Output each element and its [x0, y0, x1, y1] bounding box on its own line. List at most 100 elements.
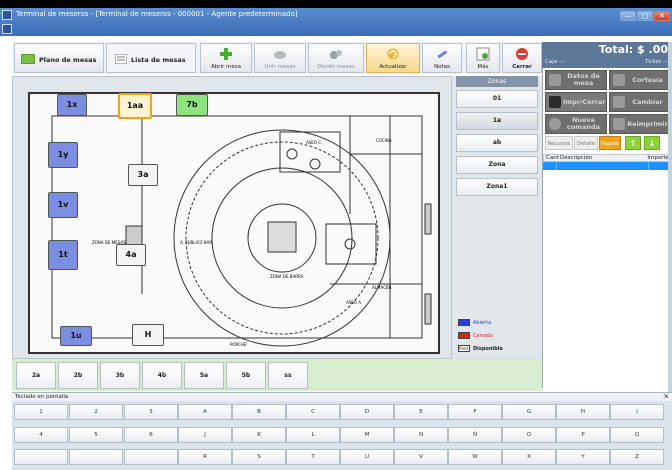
table-1y[interactable]: 1y: [48, 142, 78, 168]
zone-ab-button[interactable]: ab: [456, 134, 538, 152]
ticket-selected-row[interactable]: [543, 162, 672, 170]
key-l[interactable]: L: [286, 427, 340, 443]
close-button[interactable]: ✕: [654, 11, 670, 21]
key-o[interactable]: O: [502, 427, 556, 443]
key-5[interactable]: 5: [69, 427, 123, 443]
subzone-2a[interactable]: 2a: [16, 362, 56, 389]
key-a[interactable]: A: [178, 404, 232, 420]
join-icon: [274, 51, 286, 59]
col-importe: Importe: [647, 155, 669, 161]
order-icon: [549, 118, 561, 130]
key-y[interactable]: Y: [556, 449, 610, 465]
key-f[interactable]: F: [448, 404, 502, 420]
key-2[interactable]: 2: [69, 404, 123, 420]
subzone-5a[interactable]: 5a: [184, 362, 224, 389]
reimprimir-button[interactable]: Reimprimir: [609, 114, 671, 134]
key-r[interactable]: R: [178, 449, 232, 465]
edit-icon: [613, 96, 625, 108]
table-1x[interactable]: 1x: [57, 94, 87, 116]
printer-icon: [613, 118, 625, 130]
ticket-subtabs: Recursos Detalle Pagado ↑ ↓: [543, 136, 672, 150]
table-1v[interactable]: 1v: [48, 192, 78, 218]
ticket-panel: Datos de mesa Cortesía Impr/Cerrar Cambi…: [542, 68, 672, 388]
key-g[interactable]: G: [502, 404, 556, 420]
tab-pagado[interactable]: Pagado: [599, 136, 621, 150]
key-blank[interactable]: [69, 449, 123, 465]
table-H[interactable]: H: [132, 324, 164, 346]
subzone-4b[interactable]: 4b: [142, 362, 182, 389]
key-x[interactable]: X: [502, 449, 556, 465]
key-h[interactable]: H: [556, 404, 610, 420]
subzone-ss[interactable]: ss: [268, 362, 308, 389]
cerrar-button[interactable]: Cerrar: [502, 43, 542, 73]
impr-cerrar-button[interactable]: Impr/Cerrar: [545, 92, 607, 112]
key-blank[interactable]: [124, 449, 178, 465]
key-s[interactable]: S: [232, 449, 286, 465]
key-m[interactable]: M: [340, 427, 394, 443]
scroll-down-button[interactable]: ↓: [644, 136, 660, 150]
key-i[interactable]: I: [610, 404, 664, 420]
key-u[interactable]: U: [340, 449, 394, 465]
pin-icon[interactable]: ⇲: [663, 393, 668, 400]
key-b[interactable]: B: [232, 404, 286, 420]
subzone-2b[interactable]: 2b: [58, 362, 98, 389]
zone-zona-button[interactable]: Zona: [456, 156, 538, 174]
keyboard-title: Teclado en pantalla: [15, 394, 69, 400]
table-1u[interactable]: 1u: [60, 326, 92, 346]
table-7b[interactable]: 7b: [176, 94, 208, 116]
subzone-3b[interactable]: 3b: [100, 362, 140, 389]
table-1t[interactable]: 1t: [48, 240, 78, 270]
top-band: [0, 0, 672, 8]
zone-01-button[interactable]: 01: [456, 90, 538, 108]
table-1aa[interactable]: 1aa: [118, 93, 152, 119]
mas-button[interactable]: Más: [466, 43, 500, 73]
zone-zona1-button[interactable]: Zona1: [456, 178, 538, 196]
key-ñ[interactable]: Ñ: [448, 427, 502, 443]
key-6[interactable]: 6: [124, 427, 178, 443]
key-blank[interactable]: [14, 449, 68, 465]
lock-icon: [549, 96, 561, 108]
key-w[interactable]: W: [448, 449, 502, 465]
tab-lista-de-mesas[interactable]: Lista de mesas: [106, 43, 196, 73]
key-3[interactable]: 3: [124, 404, 178, 420]
actualizar-button[interactable]: Actualizar: [366, 43, 420, 73]
key-j[interactable]: J: [178, 427, 232, 443]
table-4a[interactable]: 4a: [116, 244, 146, 266]
nueva-comanda-button[interactable]: Nueva comanda: [545, 114, 607, 134]
key-v[interactable]: V: [394, 449, 448, 465]
onscreen-keyboard-header: Teclado en pantalla ⇲: [12, 392, 672, 401]
datos-de-mesa-button[interactable]: Datos de mesa: [545, 70, 607, 90]
key-4[interactable]: 4: [14, 427, 68, 443]
document-icon: [2, 24, 12, 34]
key-t[interactable]: T: [286, 449, 340, 465]
tab-recursos[interactable]: Recursos: [545, 136, 573, 150]
key-n[interactable]: N: [394, 427, 448, 443]
tab-plano-de-mesas[interactable]: Plano de mesas: [14, 43, 104, 73]
key-k[interactable]: K: [232, 427, 286, 443]
scroll-up-button[interactable]: ↑: [625, 136, 641, 150]
cambiar-button[interactable]: Cambiar: [609, 92, 671, 112]
table-3a[interactable]: 3a: [128, 164, 158, 186]
key-d[interactable]: D: [340, 404, 394, 420]
abrir-mesa-button[interactable]: Abrir mesa: [200, 43, 252, 73]
zone-1a-button[interactable]: 1a: [456, 112, 538, 130]
key-1[interactable]: 1: [14, 404, 68, 420]
key-e[interactable]: E: [394, 404, 448, 420]
key-c[interactable]: C: [286, 404, 340, 420]
app-icon: [2, 10, 12, 20]
unir-mesas-button[interactable]: Unir mesas: [254, 43, 306, 73]
minimize-button[interactable]: —: [620, 11, 636, 21]
right-scrollbar[interactable]: [668, 42, 672, 392]
key-p[interactable]: P: [556, 427, 610, 443]
tab-detalle[interactable]: Detalle: [574, 136, 598, 150]
no-entry-icon: [516, 48, 528, 60]
subzone-5b[interactable]: 5b: [226, 362, 266, 389]
label-porche: PORCHE: [230, 342, 247, 347]
dividir-mesas-button[interactable]: Dividir mesas: [308, 43, 364, 73]
notas-button[interactable]: Notas: [422, 43, 462, 73]
key-z[interactable]: Z: [610, 449, 664, 465]
ticket-label: Ticket ---: [645, 59, 669, 65]
maximize-button[interactable]: ▢: [637, 11, 653, 21]
cortesia-button[interactable]: Cortesía: [609, 70, 671, 90]
key-q[interactable]: Q: [610, 427, 664, 443]
